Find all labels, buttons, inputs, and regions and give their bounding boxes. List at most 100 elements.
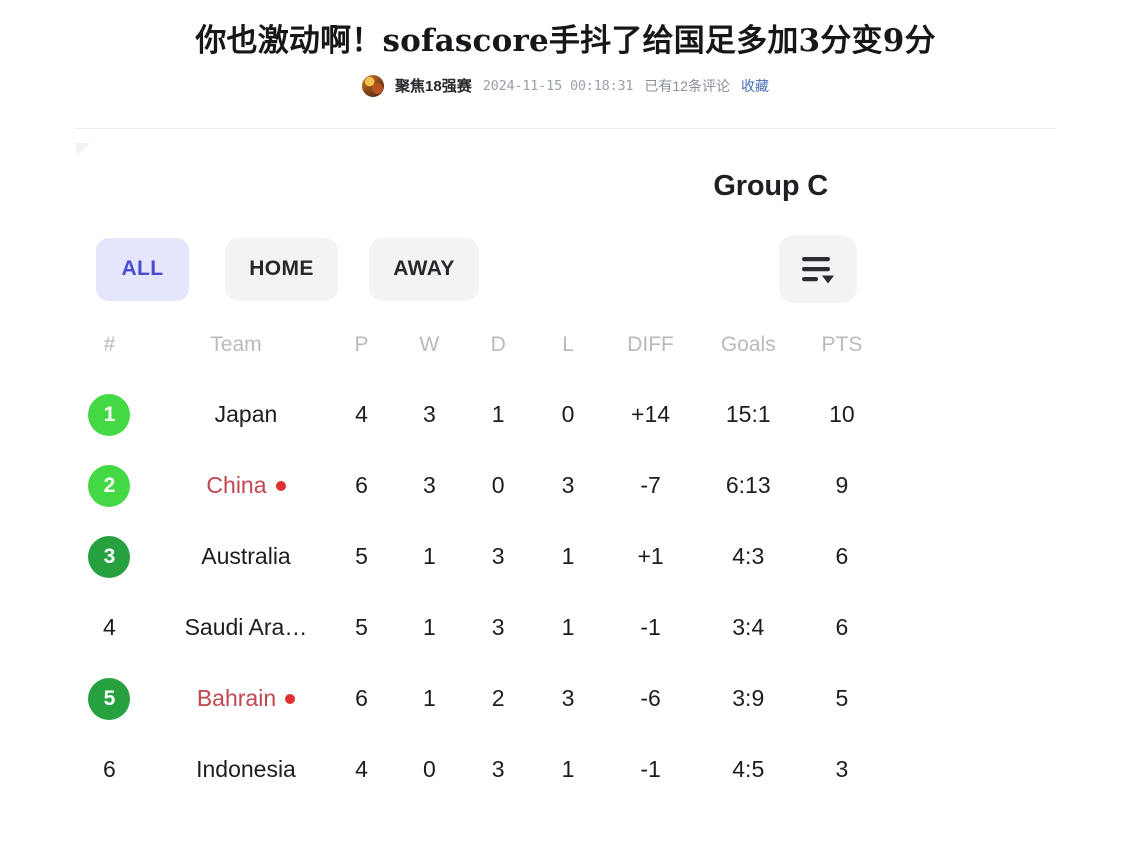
points-cell: 3 xyxy=(835,756,849,782)
rank-badge: 5 xyxy=(88,677,131,720)
column-header-d[interactable]: D xyxy=(464,333,533,379)
played-cell: 4 xyxy=(355,756,368,782)
standings-table: # Team P W D L DIFF Goals PTS 1 Japan 4 3 1 0… xyxy=(75,333,885,805)
team-cell[interactable]: Australia xyxy=(144,521,328,592)
points-cell: 6 xyxy=(835,614,849,640)
column-header-goals[interactable]: Goals xyxy=(698,333,799,379)
goal-diff-cell: -1 xyxy=(640,614,661,640)
goals-cell: 4:5 xyxy=(732,756,765,782)
goal-diff-cell: +1 xyxy=(637,543,664,569)
publish-timestamp: 2024-11-15 00:18:31 xyxy=(482,77,634,94)
team-cell[interactable]: Bahrain xyxy=(144,663,328,734)
table-row[interactable]: 2 China 6 3 0 3 -7 6:13 9 xyxy=(75,450,885,521)
draws-cell: 3 xyxy=(491,614,505,640)
losses-cell: 3 xyxy=(561,472,575,498)
filter-tab-home[interactable]: HOME xyxy=(225,237,338,301)
team-name: Bahrain xyxy=(196,685,277,711)
rank-cell: 1 xyxy=(75,379,144,450)
draws-cell: 3 xyxy=(491,756,505,782)
draws-cell: 3 xyxy=(491,543,505,569)
team-cell[interactable]: Japan xyxy=(144,379,328,450)
wins-cell: 3 xyxy=(422,401,436,427)
goal-diff-cell: -1 xyxy=(640,756,661,782)
rank-cell: 5 xyxy=(75,663,144,734)
live-status-dot-icon xyxy=(285,694,296,704)
article-meta: 聚焦18强赛 2024-11-15 00:18:31 已有12条评论 收藏 xyxy=(0,74,1131,97)
column-header-w[interactable]: W xyxy=(395,333,464,379)
column-header-team[interactable]: Team xyxy=(144,333,328,379)
wins-cell: 1 xyxy=(422,685,436,711)
rank-cell: 4 xyxy=(75,592,144,663)
favorite-link[interactable]: 收藏 xyxy=(741,76,769,96)
goals-cell: 6:13 xyxy=(725,472,771,498)
table-row[interactable]: 3 Australia 5 1 3 1 +1 4:3 6 xyxy=(75,521,885,592)
goal-diff-cell: -6 xyxy=(640,685,661,711)
played-cell: 6 xyxy=(355,685,368,711)
played-cell: 5 xyxy=(355,543,368,569)
table-row[interactable]: 5 Bahrain 6 1 2 3 -6 3:9 5 xyxy=(75,663,885,734)
group-title: Group C xyxy=(713,170,828,202)
draws-cell: 2 xyxy=(491,685,505,711)
wins-cell: 1 xyxy=(422,614,436,640)
draws-cell: 0 xyxy=(491,472,505,498)
rank-cell: 2 xyxy=(75,450,144,521)
rank-cell: 3 xyxy=(75,521,144,592)
comment-count[interactable]: 已有12条评论 xyxy=(644,76,730,96)
team-cell[interactable]: Indonesia xyxy=(144,734,328,805)
wins-cell: 1 xyxy=(422,543,436,569)
standings-toolbar: ALL HOME AWAY xyxy=(75,235,885,303)
standings-widget: Group C ALL HOME AWAY # Team P W D L DIF… xyxy=(75,150,885,805)
points-cell: 9 xyxy=(835,472,849,498)
page-title: 你也激动啊！sofascore手抖了给国足多加3分变9分 xyxy=(195,23,936,59)
losses-cell: 3 xyxy=(561,685,575,711)
points-cell: 5 xyxy=(835,685,849,711)
sort-button[interactable] xyxy=(779,235,857,303)
rank-badge: 2 xyxy=(88,464,131,507)
user-avatar-icon xyxy=(362,74,385,97)
column-header-l[interactable]: L xyxy=(533,333,604,379)
live-status-dot-icon xyxy=(275,481,286,491)
rank-number: 4 xyxy=(103,614,116,640)
wins-cell: 0 xyxy=(422,756,436,782)
played-cell: 4 xyxy=(355,401,368,427)
team-name: Indonesia xyxy=(196,756,296,782)
wins-cell: 3 xyxy=(422,472,436,498)
author-name[interactable]: 聚焦18强赛 xyxy=(395,75,472,96)
rank-number: 6 xyxy=(103,756,116,782)
draws-cell: 1 xyxy=(491,401,505,427)
losses-cell: 0 xyxy=(561,401,575,427)
rank-badge: 3 xyxy=(88,535,131,578)
losses-cell: 1 xyxy=(561,614,575,640)
goal-diff-cell: +14 xyxy=(631,401,671,427)
played-cell: 6 xyxy=(355,472,368,498)
team-name: Japan xyxy=(214,401,278,427)
article-header: 你也激动啊！sofascore手抖了给国足多加3分变9分 聚焦18强赛 2024… xyxy=(0,0,1131,97)
losses-cell: 1 xyxy=(561,543,575,569)
points-cell: 6 xyxy=(835,543,849,569)
column-header-p[interactable]: P xyxy=(328,333,395,379)
team-name: China xyxy=(206,472,267,498)
column-header-pts[interactable]: PTS xyxy=(799,333,885,379)
goals-cell: 4:3 xyxy=(732,543,765,569)
goals-cell: 15:1 xyxy=(725,401,771,427)
table-header-row: # Team P W D L DIFF Goals PTS xyxy=(75,333,885,379)
table-row[interactable]: 4 Saudi Ara… 5 1 3 1 -1 3:4 6 xyxy=(75,592,885,663)
column-header-diff[interactable]: DIFF xyxy=(603,333,697,379)
team-cell[interactable]: China xyxy=(144,450,328,521)
losses-cell: 1 xyxy=(561,756,575,782)
team-cell[interactable]: Saudi Ara… xyxy=(144,592,328,663)
goals-cell: 3:9 xyxy=(732,685,765,711)
table-row[interactable]: 6 Indonesia 4 0 3 1 -1 4:5 3 xyxy=(75,734,885,805)
filter-tab-away[interactable]: AWAY xyxy=(369,237,479,301)
standings-table-body: 1 Japan 4 3 1 0 +14 15:1 10 2 China 6 3 0 3 -7 6:13 9 3 Aus… xyxy=(75,379,885,805)
played-cell: 5 xyxy=(355,614,368,640)
goal-diff-cell: -7 xyxy=(640,472,661,498)
sort-descending-icon xyxy=(802,257,834,284)
column-header-rank[interactable]: # xyxy=(75,333,144,379)
team-name: Australia xyxy=(201,543,291,569)
filter-tab-all[interactable]: ALL xyxy=(96,237,189,301)
rank-badge: 1 xyxy=(88,393,131,436)
table-row[interactable]: 1 Japan 4 3 1 0 +14 15:1 10 xyxy=(75,379,885,450)
goals-cell: 3:4 xyxy=(732,614,765,640)
team-name: Saudi Ara… xyxy=(184,614,308,640)
